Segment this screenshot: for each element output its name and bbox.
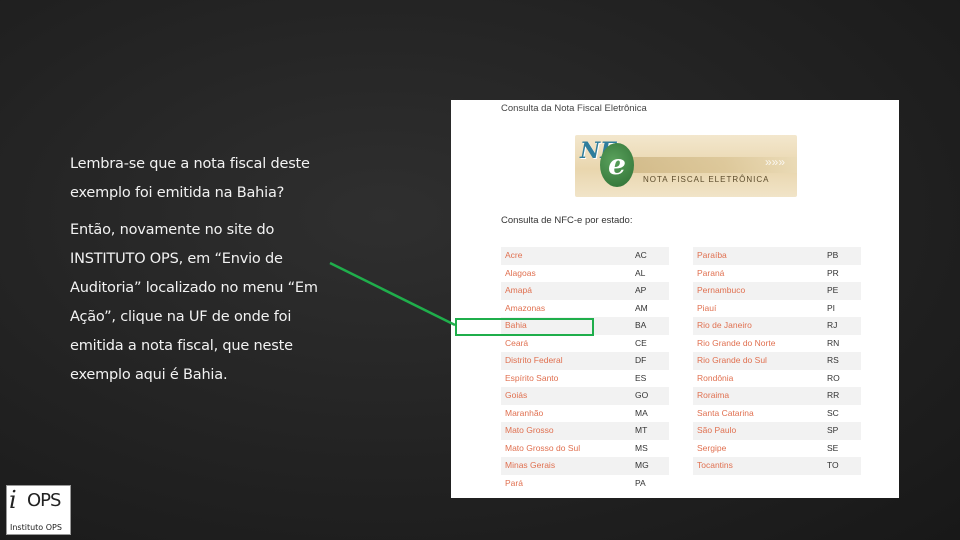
state-uf: RN <box>827 337 840 348</box>
state-row[interactable]: Ceará CE <box>501 335 669 353</box>
state-row[interactable]: Rondônia RO <box>693 370 861 388</box>
state-uf: DF <box>635 355 647 365</box>
state-link[interactable]: Amapá <box>505 282 532 300</box>
state-uf: RR <box>827 390 840 400</box>
state-uf: MG <box>635 460 649 470</box>
state-row[interactable]: Santa Catarina SC <box>693 405 861 423</box>
state-uf: PR <box>827 267 839 278</box>
state-row[interactable]: Rio Grande do Sul RS <box>693 352 861 370</box>
state-link[interactable]: Ceará <box>505 335 528 353</box>
instituto-ops-logo: i OPS Instituto OPS <box>6 485 71 535</box>
state-uf: TO <box>827 460 839 470</box>
state-link[interactable]: Tocantins <box>697 457 733 475</box>
state-link[interactable]: Distrito Federal <box>505 352 563 370</box>
state-uf: BA <box>635 320 647 330</box>
state-row[interactable]: Amapá AP <box>501 282 669 300</box>
state-link[interactable]: Santa Catarina <box>697 405 754 423</box>
state-row[interactable]: Pará PA <box>501 475 669 493</box>
state-uf: RO <box>827 372 840 383</box>
state-uf: PI <box>827 302 836 313</box>
state-row[interactable]: Pernambuco PE <box>693 282 861 300</box>
panel-title: Consulta da Nota Fiscal Eletrônica <box>501 103 647 114</box>
state-uf: SP <box>827 425 839 435</box>
state-link[interactable]: Espírito Santo <box>505 370 558 388</box>
state-row[interactable]: Piauí PI <box>693 300 861 318</box>
state-row[interactable]: Distrito Federal DF <box>501 352 669 370</box>
state-row[interactable]: Roraima RR <box>693 387 861 405</box>
logo-mark: i <box>9 486 17 514</box>
state-link[interactable]: Rio de Janeiro <box>697 317 752 335</box>
state-row[interactable]: Mato Grosso MT <box>501 422 669 440</box>
state-link[interactable]: Minas Gerais <box>505 457 555 475</box>
state-link[interactable]: Paraíba <box>697 247 727 265</box>
instruction-paragraph-1: Lembra-se que a nota fiscal deste exempl… <box>70 156 310 201</box>
state-row[interactable]: Alagoas AL <box>501 265 669 283</box>
states-table-left: Acre AC Alagoas AL Amapá AP Amazonas AM Bahia BA C… <box>501 247 669 492</box>
state-uf: RJ <box>827 320 838 330</box>
state-row[interactable]: Maranhão MA <box>501 405 669 423</box>
state-link[interactable]: Rio Grande do Sul <box>697 352 767 370</box>
state-uf: CE <box>635 337 647 348</box>
bahia-highlight-box <box>455 318 594 336</box>
state-uf: PA <box>635 477 646 488</box>
state-link[interactable]: Alagoas <box>505 265 536 283</box>
state-row[interactable]: Paraná PR <box>693 265 861 283</box>
state-uf: SE <box>827 442 839 453</box>
state-uf: MA <box>635 407 648 418</box>
state-link[interactable]: Rondônia <box>697 370 733 388</box>
state-row[interactable]: Acre AC <box>501 247 669 265</box>
logo-caption: Instituto OPS <box>10 523 62 532</box>
state-row[interactable]: Minas Gerais MG <box>501 457 669 475</box>
state-link[interactable]: Rio Grande do Norte <box>697 335 775 353</box>
slide-instructions: Lembra-se que a nota fiscal deste exempl… <box>70 150 330 398</box>
state-uf: PE <box>827 285 839 295</box>
logo-name: OPS <box>27 490 61 511</box>
state-uf: MT <box>635 425 648 435</box>
state-uf: SC <box>827 407 839 418</box>
state-link[interactable]: Sergipe <box>697 440 726 458</box>
state-link[interactable]: Acre <box>505 247 522 265</box>
state-row[interactable]: Sergipe SE <box>693 440 861 458</box>
state-uf: AP <box>635 285 647 295</box>
chevrons-icon: »»» <box>765 155 786 169</box>
state-uf: PB <box>827 250 839 260</box>
state-uf: AC <box>635 250 647 260</box>
state-row[interactable]: Tocantins TO <box>693 457 861 475</box>
state-link[interactable]: Mato Grosso do Sul <box>505 440 580 458</box>
state-row[interactable]: Espírito Santo ES <box>501 370 669 388</box>
instruction-paragraph-2: Então, novamente no site do INSTITUTO OP… <box>70 222 318 383</box>
states-table-right: Paraíba PB Paraná PR Pernambuco PE Piauí PI Rio … <box>693 247 861 475</box>
nfe-banner: NF e »»» NOTA FISCAL ELETRÔNICA <box>575 135 797 197</box>
state-link[interactable]: Pará <box>505 475 523 493</box>
states-subtitle: Consulta de NFC-e por estado: <box>501 215 633 226</box>
state-uf: AM <box>635 302 648 313</box>
state-uf: GO <box>635 390 649 400</box>
nfe-e-icon: e <box>600 143 634 187</box>
state-row[interactable]: Amazonas AM <box>501 300 669 318</box>
state-uf: ES <box>635 372 647 383</box>
state-row[interactable]: Rio de Janeiro RJ <box>693 317 861 335</box>
state-link[interactable]: Mato Grosso <box>505 422 554 440</box>
state-link[interactable]: Amazonas <box>505 300 545 318</box>
state-uf: MS <box>635 442 648 453</box>
state-row[interactable]: Rio Grande do Norte RN <box>693 335 861 353</box>
state-link[interactable]: Maranhão <box>505 405 543 423</box>
banner-caption: NOTA FISCAL ELETRÔNICA <box>643 175 770 184</box>
state-uf: AL <box>635 267 646 278</box>
state-row[interactable]: Mato Grosso do Sul MS <box>501 440 669 458</box>
state-link[interactable]: São Paulo <box>697 422 736 440</box>
pointer-line <box>329 261 456 327</box>
state-link[interactable]: Roraima <box>697 387 729 405</box>
state-uf: RS <box>827 355 839 365</box>
state-row[interactable]: São Paulo SP <box>693 422 861 440</box>
nfe-consultation-screenshot: Consulta da Nota Fiscal Eletrônica NF e … <box>451 100 899 498</box>
state-link[interactable]: Goiás <box>505 387 527 405</box>
state-link[interactable]: Paraná <box>697 265 724 283</box>
state-row[interactable]: Goiás GO <box>501 387 669 405</box>
state-link[interactable]: Pernambuco <box>697 282 745 300</box>
state-link[interactable]: Piauí <box>697 300 716 318</box>
state-row[interactable]: Paraíba PB <box>693 247 861 265</box>
